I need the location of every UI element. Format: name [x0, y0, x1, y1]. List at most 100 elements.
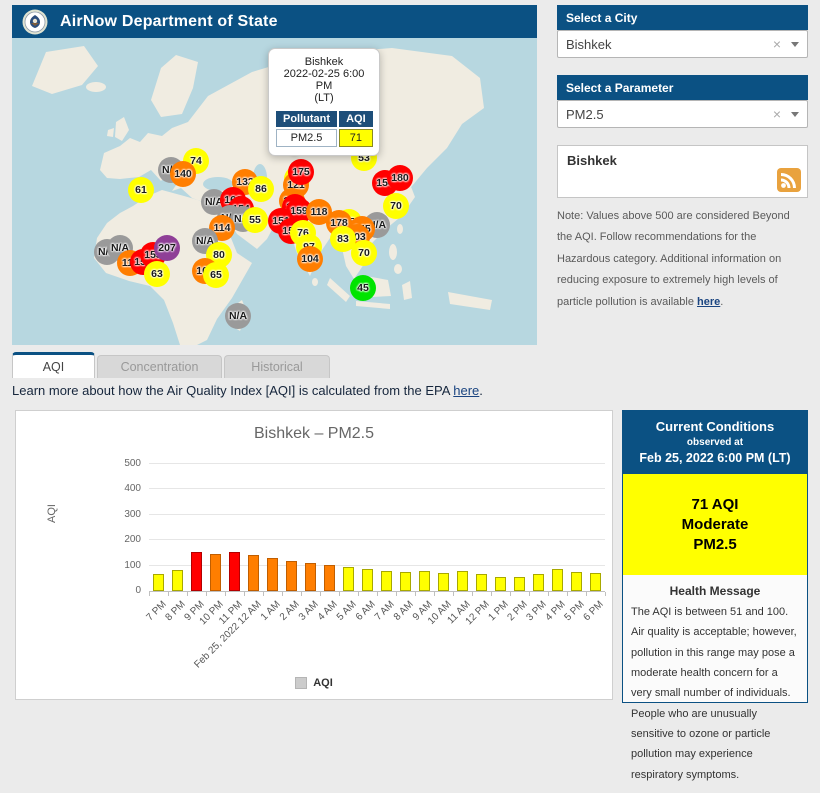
x-tick	[206, 592, 207, 596]
aqi-bar[interactable]	[514, 577, 525, 591]
tooltip-datetime: 2022-02-25 6:00 PM	[283, 68, 365, 92]
map-marker[interactable]: 104	[297, 246, 323, 272]
learn-more-text: Learn more about how the Air Quality Ind…	[12, 383, 483, 398]
chevron-down-icon[interactable]	[791, 41, 799, 47]
aqi-bar[interactable]	[495, 577, 506, 591]
x-tick-label: 7 AM	[372, 599, 397, 623]
aqi-world-map[interactable]: 74N/A1406113286N/A166154N/AN/A55114N/A80…	[12, 38, 537, 345]
x-tick	[605, 592, 606, 596]
aqi-bar[interactable]	[400, 572, 411, 591]
x-tick-label: 5 PM	[562, 599, 587, 624]
aqi-bar[interactable]	[191, 552, 202, 591]
map-marker[interactable]: 61	[128, 177, 154, 203]
aqi-bar[interactable]	[571, 572, 582, 591]
y-tick-label: 500	[124, 458, 141, 469]
aqi-bar[interactable]	[267, 558, 278, 591]
x-tick	[187, 592, 188, 596]
aqi-note: Note: Values above 500 are considered Be…	[557, 206, 808, 313]
x-tick	[453, 592, 454, 596]
parameter-select[interactable]: PM2.5 ×	[557, 100, 808, 128]
city-select[interactable]: Bishkek ×	[557, 30, 808, 58]
map-marker[interactable]: 70	[351, 240, 377, 266]
note-period: .	[720, 295, 724, 308]
aqi-bar[interactable]	[457, 571, 468, 591]
conditions-category: Moderate	[681, 516, 749, 533]
rss-feed-icon[interactable]	[777, 168, 801, 192]
aqi-bar[interactable]	[590, 573, 601, 591]
map-marker[interactable]: 55	[242, 207, 268, 233]
aqi-bar[interactable]	[210, 554, 221, 591]
map-marker[interactable]: 65	[203, 262, 229, 288]
aqi-bar[interactable]	[153, 574, 164, 591]
tab-concentration[interactable]: Concentration	[97, 355, 222, 378]
aqi-bar[interactable]	[533, 574, 544, 591]
map-tooltip: Bishkek 2022-02-25 6:00 PM (LT) Pollutan…	[268, 48, 380, 156]
aqi-bar[interactable]	[343, 567, 354, 591]
x-tick-label: 4 AM	[315, 599, 340, 623]
map-marker[interactable]: 175	[288, 159, 314, 185]
conditions-aqi-value: 71 AQI	[691, 496, 739, 513]
x-tick	[377, 592, 378, 596]
select-city-header: Select a City	[557, 5, 808, 30]
city-select-value: Bishkek	[566, 36, 612, 52]
chart-title: Bishkek – PM2.5	[253, 425, 375, 442]
y-tick-label: 200	[124, 534, 141, 546]
map-marker[interactable]: 180	[387, 165, 413, 191]
aqi-bar[interactable]	[305, 563, 316, 591]
x-tick-label: 2 AM	[277, 599, 302, 623]
x-tick-label: 3 PM	[524, 599, 549, 624]
tab-aqi[interactable]: AQI	[12, 352, 95, 378]
aqi-bar[interactable]	[419, 571, 430, 591]
clear-city-icon[interactable]: ×	[773, 36, 781, 52]
tooltip-col-pollutant: Pollutant	[276, 111, 338, 127]
chevron-down-icon[interactable]	[791, 111, 799, 117]
x-tick	[263, 592, 264, 596]
tab-historical[interactable]: Historical	[224, 355, 330, 378]
map-marker[interactable]: 45	[350, 275, 376, 301]
legend-label: AQI	[313, 677, 333, 689]
aqi-bar[interactable]	[172, 570, 183, 591]
x-tick-label: 5 AM	[334, 599, 359, 623]
chart-legend[interactable]: AQI	[16, 677, 612, 689]
map-marker[interactable]: 63	[144, 261, 170, 287]
epa-here-link[interactable]: here	[453, 383, 479, 398]
x-tick-label: 2 PM	[505, 599, 530, 624]
conditions-observed-at: observed at	[686, 437, 744, 448]
x-tick-label: 7 PM	[144, 599, 169, 624]
x-tick	[472, 592, 473, 596]
y-tick-label: 400	[124, 483, 141, 495]
y-tick-label: 0	[135, 585, 141, 596]
health-message-title: Health Message	[669, 584, 761, 598]
aqi-bar[interactable]	[438, 573, 449, 591]
aqi-bar[interactable]	[552, 569, 563, 591]
note-here-link[interactable]: here	[697, 296, 720, 308]
x-tick-label: 8 PM	[163, 599, 188, 624]
x-tick-label: 6 AM	[353, 599, 378, 623]
map-marker[interactable]: 140	[170, 161, 196, 187]
x-tick	[567, 592, 568, 596]
x-tick-label: 1 PM	[486, 599, 511, 624]
map-marker[interactable]: 207	[154, 235, 180, 261]
aqi-bar[interactable]	[324, 565, 335, 591]
aqi-bar[interactable]	[248, 555, 259, 591]
tooltip-table: Pollutant AQI PM2.5 71	[274, 109, 375, 149]
map-marker[interactable]: 70	[383, 193, 409, 219]
aqi-bar[interactable]	[476, 574, 487, 591]
x-tick	[339, 592, 340, 596]
health-message-text: The AQI is between 51 and 100. Air quali…	[631, 606, 797, 781]
x-tick	[244, 592, 245, 596]
aqi-bar[interactable]	[286, 561, 297, 591]
x-tick	[434, 592, 435, 596]
tooltip-city: Bishkek	[304, 56, 344, 68]
x-tick	[510, 592, 511, 596]
clear-parameter-icon[interactable]: ×	[773, 106, 781, 122]
aqi-bar[interactable]	[362, 569, 373, 591]
map-marker[interactable]: N/A	[225, 303, 251, 329]
map-marker[interactable]: 86	[248, 176, 274, 202]
gridline	[149, 463, 605, 464]
aqi-bar[interactable]	[229, 552, 240, 591]
x-tick	[168, 592, 169, 596]
x-tick	[396, 592, 397, 596]
aqi-bar[interactable]	[381, 571, 392, 591]
x-tick	[491, 592, 492, 596]
